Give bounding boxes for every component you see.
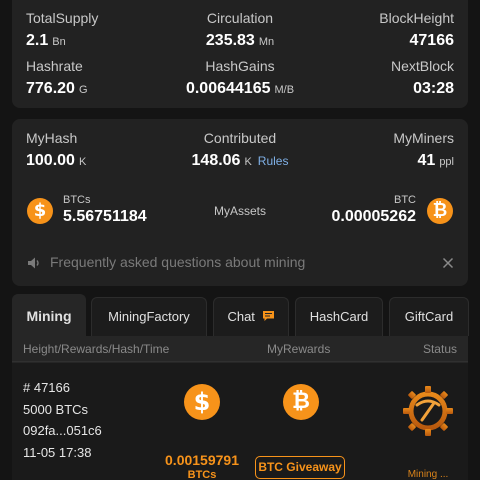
contributed-unit: K [244,156,252,168]
total-supply-label: TotalSupply [26,10,99,26]
mining-status: Mining ... [407,469,449,480]
contributed-stat: Contributed 148.06 K Rules [160,130,320,172]
btc-label: BTC [394,194,416,206]
faq-text: Frequently asked questions about mining [50,254,306,270]
mining-table: Height/Rewards/Hash/Time MyRewards Statu… [12,336,468,480]
reward-amount: 0.00159791 [165,452,239,468]
hash-gains-label: HashGains [205,58,275,74]
tab-mining[interactable]: Mining [12,294,86,336]
block-height: # 47166 [23,380,70,395]
next-block-value: 03:28 [413,80,454,97]
hashrate-unit: G [78,84,88,96]
block-rewards: 5000 BTCs [23,401,89,417]
header-my-rewards: MyRewards [267,342,331,356]
mining-pickaxe-icon [403,386,453,436]
header-height-rewards: Height/Rewards/Hash/Time [23,342,170,356]
hash-gains-stat: HashGains 0.00644165 M/B [170,58,310,100]
circulation-unit: Mn [258,36,275,48]
btc-giveaway-button[interactable]: BTC Giveaway [255,456,345,479]
block-height-stat: BlockHeight 47166 [379,10,454,51]
header-status: Status [422,342,457,356]
speaker-icon [28,257,39,269]
circulation-stat: Circulation 235.83 Mn [170,10,310,52]
block-info: # 47166 5000 BTCs 092fa...051c6 11-05 17… [23,377,102,463]
block-height-value: 47166 [409,32,455,49]
total-supply-stat: TotalSupply 2.1 Bn [26,10,98,52]
my-assets-label: MyAssets [213,204,266,218]
next-block-label: NextBlock [390,58,454,74]
my-hash-value: 100.00 [26,152,75,169]
reward-dollar-coin-icon: $ [184,384,220,420]
tab-bar: Mining MiningFactory Chat HashCard GiftC… [12,294,480,336]
chat-bubble-icon [262,311,274,321]
btcs-value: 5.56751184 [63,208,147,225]
bitcoin-coin-icon: ₿ [427,198,453,224]
circulation-label: Circulation [206,10,274,26]
tab-mining-factory[interactable]: MiningFactory [91,297,207,336]
table-header: Height/Rewards/Hash/Time MyRewards Statu… [12,336,468,362]
table-row[interactable]: # 47166 5000 BTCs 092fa...051c6 11-05 17… [12,363,468,480]
rules-link[interactable]: Rules [258,154,289,168]
my-miners-stat: MyMiners 41 ppl [393,130,454,172]
block-time: 11-05 17:38 [23,444,92,460]
next-block-stat: NextBlock 03:28 [391,58,454,99]
my-hash-unit: K [78,156,87,168]
hashrate-stat: Hashrate 776.20 G [26,58,88,100]
contributed-label: Contributed [203,130,277,146]
btc-value: 0.00005262 [331,208,416,225]
faq-banner[interactable]: Frequently asked questions about mining [26,253,454,273]
close-icon[interactable] [442,257,454,269]
hash-gains-value: 0.00644165 [185,80,271,97]
reward-unit: BTCs [187,469,217,480]
tab-gift-card[interactable]: GiftCard [389,297,469,336]
tab-hash-card-label: HashCard [309,309,369,324]
dollar-coin-icon: $ [27,198,53,224]
giveaway-bitcoin-coin-icon: ₿ [283,384,319,420]
my-hash-stat: MyHash 100.00 K [26,130,86,172]
tab-hash-card[interactable]: HashCard [295,297,383,336]
tab-mining-label: Mining [26,308,72,324]
block-height-label: BlockHeight [379,10,454,26]
btcs-label: BTCs [63,194,91,206]
block-hash: 092fa...051c6 [23,423,102,438]
my-mining-card: MyHash 100.00 K Contributed 148.06 K Rules … [12,119,468,286]
contributed-value: 148.06 [191,152,241,169]
tab-chat-label: Chat [227,309,255,324]
my-miners-value: 41 [417,152,436,169]
total-supply-value: 2.1 [26,32,49,49]
my-miners-label: MyMiners [393,130,454,146]
total-supply-unit: Bn [52,36,66,48]
tab-mining-factory-label: MiningFactory [108,309,190,324]
tab-chat[interactable]: Chat [213,297,289,336]
circulation-value: 235.83 [205,32,255,49]
network-stats-card: TotalSupply 2.1 Bn Circulation 235.83 Mn B… [12,0,468,108]
my-miners-unit: ppl [439,156,454,168]
my-hash-label: MyHash [26,130,78,146]
hash-gains-unit: M/B [274,84,295,96]
hashrate-label: Hashrate [26,58,83,74]
tab-gift-card-label: GiftCard [404,309,454,324]
hashrate-value: 776.20 [26,80,75,97]
